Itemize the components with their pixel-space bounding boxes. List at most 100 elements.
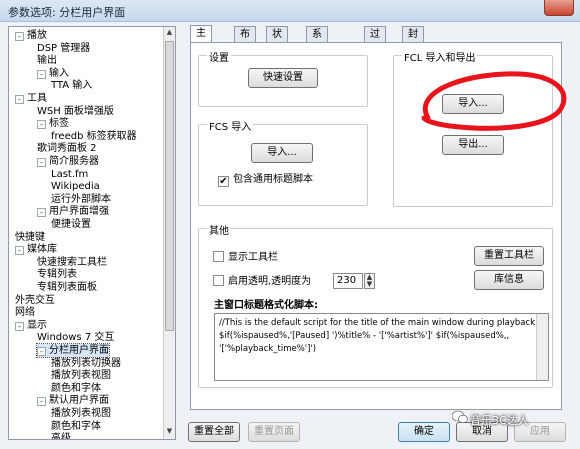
tab[interactable]: 状态栏: [266, 26, 288, 70]
window-title: 参数选项: 分栏用户界面: [8, 6, 126, 19]
tab[interactable]: 布局: [234, 26, 256, 55]
collapse-icon[interactable]: -: [37, 158, 46, 167]
fcl-import-button[interactable]: 导入...: [442, 94, 504, 114]
transparency-checkbox[interactable]: 启用透明,透明度为: [213, 275, 311, 289]
settings-tree[interactable]: ▲ ▼ - 播放 DSP 管理器 输出 - 输入 TTA 输入 - 工具 WSH 面板增强版 - 标签…: [8, 26, 176, 440]
tree-item[interactable]: 便捷设置: [51, 218, 91, 231]
tree-item[interactable]: - 标签: [37, 117, 69, 130]
include-title-script-checkbox[interactable]: ✔ 包含通用标题脚本: [218, 173, 313, 187]
reset-all-button[interactable]: 重置全部: [188, 422, 240, 442]
collapse-icon[interactable]: -: [15, 321, 24, 331]
tree-item[interactable]: 歌词秀面板 2: [37, 142, 97, 155]
collapse-icon[interactable]: -: [37, 208, 46, 218]
check-icon[interactable]: ✔: [218, 176, 229, 187]
tree-item-label: WSH 面板增强版: [37, 105, 114, 117]
tree-item[interactable]: 专辑列表: [37, 268, 77, 281]
tree-item-label: 网络: [15, 307, 35, 319]
tree-item[interactable]: 播放列表视图: [51, 407, 111, 420]
collapse-icon[interactable]: -: [37, 120, 46, 130]
tab[interactable]: 系统托盘区: [306, 26, 328, 100]
tree-item[interactable]: - 输入: [37, 67, 69, 80]
tree-item-label: 快捷键: [15, 231, 45, 243]
spin-arrows-icon[interactable]: ▲ ▼: [364, 273, 375, 289]
tree-item[interactable]: - 简介服务器: [37, 155, 99, 168]
tree-item-label: 颜色和字体: [51, 420, 101, 432]
tree-item[interactable]: - 播放: [15, 29, 47, 42]
collapse-icon[interactable]: -: [15, 95, 24, 104]
scroll-up-icon[interactable]: ▲: [165, 28, 174, 38]
tree-item[interactable]: 运行外部脚本: [51, 193, 111, 206]
checkbox-box[interactable]: [213, 251, 224, 262]
tree-item[interactable]: 输出: [37, 54, 57, 67]
scroll-down-icon[interactable]: ▼: [165, 427, 174, 437]
tree-item[interactable]: Last.fm: [51, 168, 88, 181]
title-script-editor[interactable]: //This is the default script for the tit…: [214, 313, 549, 381]
tree-item[interactable]: 播放列表视图: [51, 369, 111, 382]
tree-item[interactable]: 高级: [51, 432, 71, 439]
tree-item[interactable]: - 默认用户界面: [37, 394, 109, 407]
tree-item-label: 媒体库: [27, 244, 57, 256]
reset-toolbar-button[interactable]: 重置工具栏: [474, 246, 544, 266]
tree-item[interactable]: 快捷键: [15, 231, 45, 244]
tree-item[interactable]: - 显示: [15, 319, 47, 332]
tree-item[interactable]: 外壳交互: [15, 294, 55, 307]
tree-item-label: 用户界面增强: [49, 206, 109, 218]
other-group-label: 其他: [207, 222, 231, 237]
tree-item-label: 播放列表切换器: [51, 357, 121, 369]
tree-item[interactable]: - 用户界面增强: [37, 205, 109, 218]
library-info-button[interactable]: 库信息: [474, 270, 544, 290]
tree-item-label: 工具: [27, 93, 47, 104]
script-scrollbar[interactable]: [536, 314, 548, 380]
collapse-icon[interactable]: -: [37, 397, 46, 407]
tree-item[interactable]: - 媒体库: [15, 243, 57, 256]
tree-item[interactable]: Windows 7 交互: [37, 331, 114, 344]
show-toolbar-label: 显示工具栏: [228, 252, 278, 263]
tab[interactable]: 过滤器: [364, 26, 386, 70]
tree-item-label: DSP 管理器: [37, 42, 91, 54]
tree-item-label: 快速搜索工具栏: [37, 256, 107, 268]
tree-item[interactable]: DSP 管理器: [37, 42, 90, 55]
transparency-input[interactable]: 230: [333, 273, 363, 289]
tree-item-label: 歌词秀面板 2: [37, 143, 97, 155]
tree-item[interactable]: 网络: [15, 306, 35, 319]
fcl-group-label: FCL 导入和导出: [402, 49, 478, 64]
settings-group-label: 设置: [207, 49, 231, 64]
tree-item[interactable]: 颜色和字体: [51, 420, 101, 433]
ok-button[interactable]: 确定: [398, 422, 450, 442]
script-line: '['%playback_time%']'): [219, 344, 317, 354]
title-bar: 参数选项: 分栏用户界面: [0, 0, 580, 22]
tree-item[interactable]: 快速搜索工具栏: [37, 256, 107, 269]
collapse-icon[interactable]: -: [37, 69, 46, 79]
tree-item[interactable]: 颜色和字体: [51, 382, 101, 395]
fcs-import-button[interactable]: 导入...: [251, 143, 313, 163]
tree-item[interactable]: Wikipedia: [51, 180, 100, 193]
tree-item[interactable]: 播放列表切换器: [51, 357, 121, 370]
tree-item-label: 外壳交互: [15, 294, 55, 306]
collapse-icon[interactable]: -: [37, 347, 46, 356]
tree-item-label: 显示: [27, 319, 47, 331]
fcs-group-label: FCS 导入: [207, 118, 254, 133]
tree-item[interactable]: - 工具: [15, 92, 47, 105]
tree-item-label: TTA 输入: [51, 80, 93, 92]
tree-scrollbar[interactable]: ▲ ▼: [163, 27, 175, 439]
reset-page-button[interactable]: 重置页面: [248, 422, 300, 442]
watermark-text: 音乐3C达人: [470, 414, 529, 427]
fcl-export-button[interactable]: 导出...: [442, 135, 504, 155]
tree-item[interactable]: freedb 标签获取器: [51, 130, 137, 143]
scroll-thumb[interactable]: [165, 41, 174, 331]
tree-item-label: 播放列表视图: [51, 370, 111, 382]
checkbox-box[interactable]: [213, 275, 224, 286]
quick-settings-button[interactable]: 快速设置: [248, 68, 318, 88]
collapse-icon[interactable]: -: [15, 32, 24, 41]
tree-item[interactable]: 专辑列表面板: [37, 281, 97, 294]
tree-item[interactable]: TTA 输入: [51, 79, 92, 92]
show-toolbar-checkbox[interactable]: 显示工具栏: [213, 251, 278, 265]
collapse-icon[interactable]: -: [15, 246, 24, 256]
tree-item[interactable]: WSH 面板增强版: [37, 105, 114, 118]
tab[interactable]: 封面: [402, 26, 424, 55]
tree-item[interactable]: - 分栏用户界面: [36, 343, 110, 358]
tree-item-label: freedb 标签获取器: [51, 130, 137, 142]
wechat-icon: [452, 410, 468, 424]
script-line: $if(%ispaused%,'[Paused] ')%title% - '['…: [219, 331, 510, 341]
close-button[interactable]: [544, 0, 574, 16]
